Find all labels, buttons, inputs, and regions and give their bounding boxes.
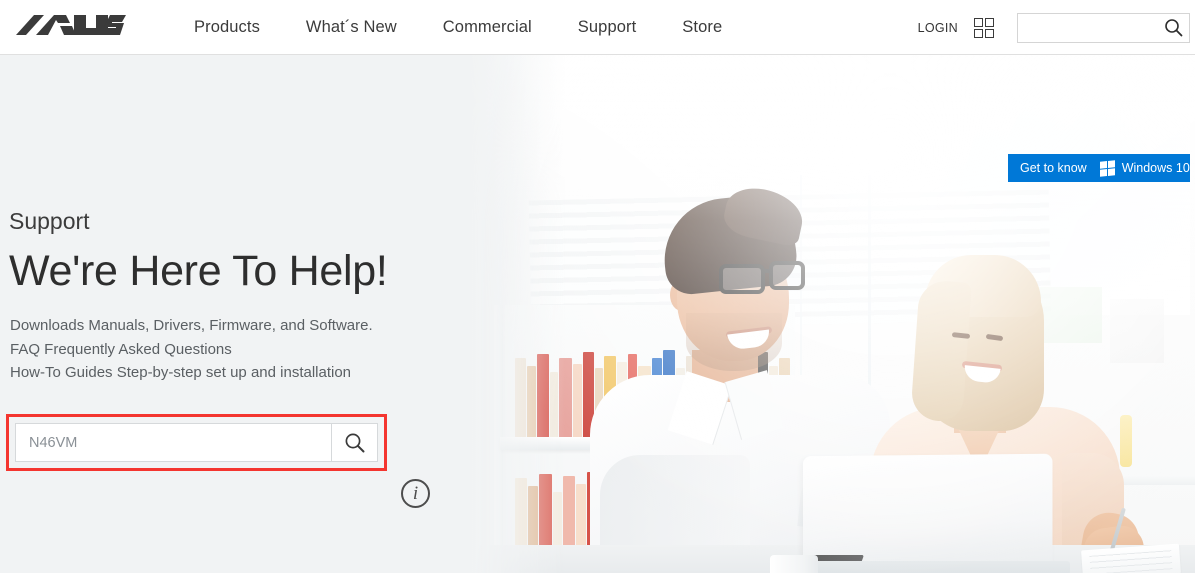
nav-item-commercial[interactable]: Commercial xyxy=(420,18,555,37)
product-search[interactable] xyxy=(15,423,378,462)
grid-icon[interactable] xyxy=(974,17,994,38)
promo-banner-product: Windows 10 xyxy=(1121,161,1190,175)
hero-line-howto: How-To Guides Step-by-step set up and in… xyxy=(10,364,352,381)
search-icon-glyph xyxy=(1165,18,1183,36)
site-header: Products What´s New Commercial Support S… xyxy=(0,0,1195,55)
search-icon xyxy=(345,433,364,452)
info-icon[interactable]: i xyxy=(401,479,430,508)
login-link[interactable]: LOGIN xyxy=(918,21,958,35)
main-navigation: Products What´s New Commercial Support S… xyxy=(180,18,745,37)
grid-cell xyxy=(985,28,994,38)
nav-item-support[interactable]: Support xyxy=(555,18,660,37)
header-search-input[interactable] xyxy=(1024,14,1162,41)
header-search[interactable] xyxy=(1017,12,1190,43)
nav-item-whats-new[interactable]: What´s New xyxy=(283,18,420,37)
product-search-button[interactable] xyxy=(331,424,377,461)
hero-line-faq: FAQ Frequently Asked Questions xyxy=(10,340,232,358)
nav-item-products[interactable]: Products xyxy=(180,18,283,37)
grid-cell xyxy=(974,28,983,38)
product-search-highlight xyxy=(6,414,387,471)
promo-banner-text: Get to know xyxy=(1020,161,1087,175)
page-eyebrow: Support xyxy=(9,208,90,234)
product-search-input[interactable] xyxy=(16,424,331,461)
info-icon-glyph: i xyxy=(412,482,419,504)
asus-logo-icon xyxy=(16,15,126,35)
windows-logo-icon xyxy=(1099,159,1115,177)
hero-section: Get to know Windows 10 Support We're Her… xyxy=(0,55,1195,573)
windows-promo-banner[interactable]: Get to know Windows 10 xyxy=(1008,154,1190,182)
grid-cell xyxy=(985,17,994,27)
page-title: We're Here To Help! xyxy=(9,247,388,295)
hero-line-downloads: Downloads Manuals, Drivers, Firmware, an… xyxy=(10,317,373,334)
hero-photo xyxy=(470,55,1195,573)
hero-description: Downloads Manuals, Drivers, Firmware, an… xyxy=(10,314,373,385)
header-utilities: LOGIN xyxy=(918,0,1195,55)
search-icon[interactable] xyxy=(1164,18,1183,42)
asus-logo[interactable] xyxy=(14,12,126,42)
nav-item-store[interactable]: Store xyxy=(659,18,745,37)
grid-cell xyxy=(974,17,983,27)
